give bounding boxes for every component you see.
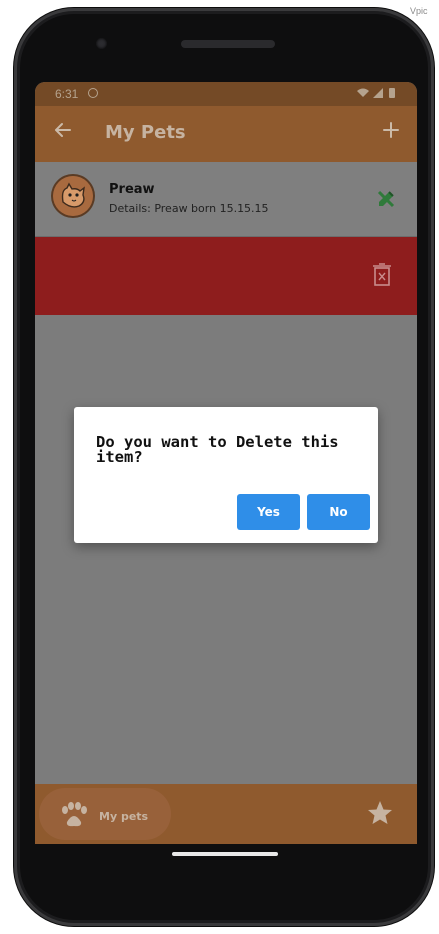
arrow-left-icon[interactable] [53, 120, 73, 140]
delete-confirm-dialog: Do you want to Delete this item? Yes No [74, 407, 378, 543]
yes-button[interactable]: Yes [237, 494, 300, 530]
star-icon[interactable] [367, 800, 393, 826]
front-camera [96, 38, 107, 49]
cat-icon [53, 176, 93, 216]
nav-item-my-pets[interactable]: My pets [39, 788, 171, 840]
nav-label-my-pets: My pets [99, 810, 149, 823]
dialog-message: Do you want to Delete this item? [96, 433, 339, 466]
status-bar: 6:31 [35, 82, 417, 106]
dnd-icon [88, 88, 98, 98]
corner-text: Vpic [410, 6, 428, 16]
pet-details: Details: Preaw born 15.15.15 [109, 202, 269, 215]
pencil-icon[interactable] [375, 188, 397, 210]
trash-icon[interactable] [373, 263, 391, 287]
plus-icon[interactable] [381, 120, 401, 140]
page-title: My Pets [105, 122, 186, 143]
bottom-nav: My pets [35, 784, 417, 844]
signal-battery-icon [357, 88, 395, 98]
no-button[interactable]: No [307, 494, 370, 530]
paw-icon [62, 802, 87, 827]
app-bar: My Pets [35, 106, 417, 162]
app-screen: 6:31 My Pets Preaw Details: Preaw born 1… [35, 82, 417, 844]
swipe-delete-area[interactable] [35, 237, 417, 315]
pet-avatar [53, 176, 93, 216]
status-time: 6:31 [55, 87, 79, 101]
pet-list-item[interactable]: Preaw Details: Preaw born 15.15.15 [35, 162, 417, 237]
pet-name: Preaw [109, 182, 155, 197]
home-indicator[interactable] [172, 852, 278, 856]
earpiece-speaker [181, 40, 275, 48]
